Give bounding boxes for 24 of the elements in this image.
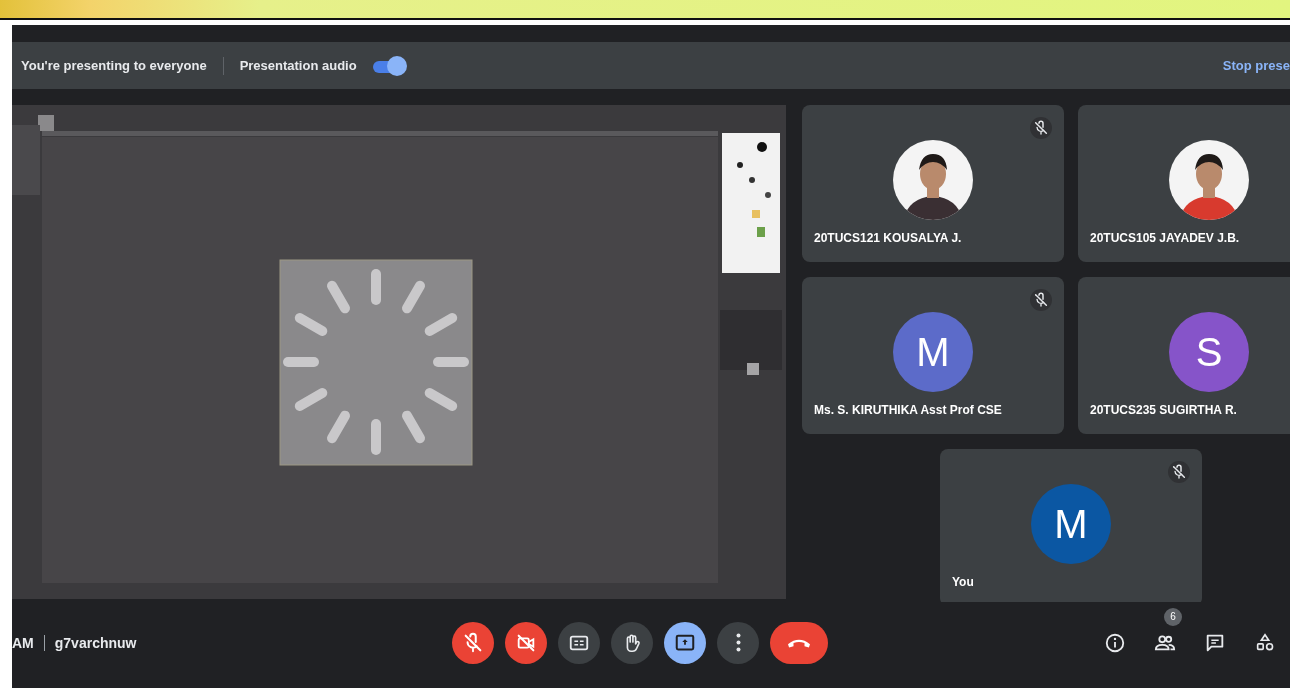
participant-name: 20TUCS121 KOUSALYA J. bbox=[814, 231, 962, 245]
participant-name: 20TUCS105 JAYADEV J.B. bbox=[1090, 231, 1240, 245]
stop-presenting-button[interactable]: Stop prese bbox=[1222, 58, 1290, 73]
raise-hand-button[interactable] bbox=[611, 621, 653, 664]
meeting-time: AM bbox=[12, 634, 34, 651]
more-icon bbox=[735, 633, 741, 652]
participant-count-badge: 6 bbox=[1164, 607, 1182, 626]
microphone-off-icon bbox=[462, 631, 484, 654]
participant-name: 20TUCS235 SUGIRTHA R. bbox=[1090, 403, 1237, 417]
more-options-button[interactable] bbox=[717, 621, 759, 664]
avatar: M bbox=[1031, 484, 1111, 564]
camera-button[interactable] bbox=[505, 621, 547, 664]
presenting-message: You're presenting to everyone bbox=[21, 58, 207, 73]
presentation-audio-label: Presentation audio bbox=[239, 58, 357, 73]
avatar: S bbox=[1169, 312, 1249, 392]
avatar: M bbox=[893, 312, 973, 392]
meeting-code: g7varchnuw bbox=[54, 634, 137, 651]
microphone-button[interactable] bbox=[452, 621, 494, 664]
phone-icon bbox=[787, 637, 811, 648]
participant-name: You bbox=[952, 575, 974, 589]
hang-up-button[interactable] bbox=[770, 621, 828, 664]
participant-name: Ms. S. KIRUTHIKA Asst Prof CSE bbox=[814, 403, 1002, 417]
captions-button[interactable] bbox=[558, 621, 600, 664]
present-button[interactable] bbox=[664, 621, 706, 664]
